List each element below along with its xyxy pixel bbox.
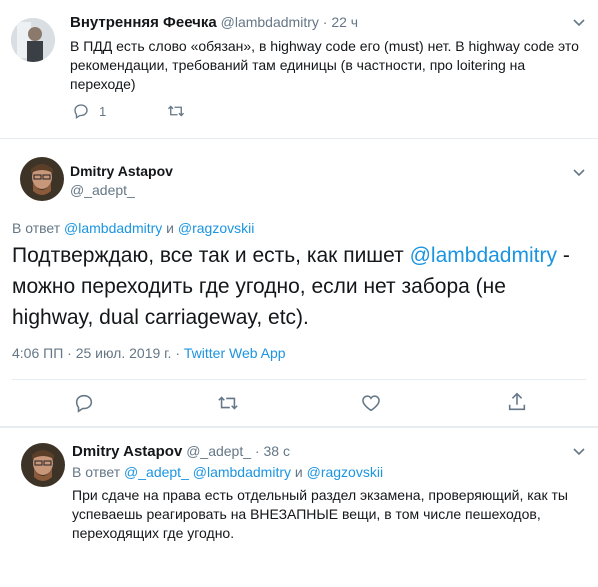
- tweet-time[interactable]: 38 с: [263, 443, 289, 459]
- retweet-button[interactable]: [216, 392, 240, 414]
- reply-button[interactable]: [73, 392, 95, 414]
- reply-to-label: В ответ: [12, 220, 61, 236]
- avatar-image: [20, 157, 64, 201]
- separator-dot: ·: [322, 14, 328, 30]
- like-icon: [360, 392, 382, 414]
- tweet-source[interactable]: Twitter Web App: [184, 345, 286, 361]
- separator-dot: ·: [254, 443, 260, 459]
- author-handle[interactable]: @lambdadmitry: [221, 14, 319, 30]
- reply-to-user[interactable]: @lambdadmitry: [64, 220, 162, 236]
- reply-button[interactable]: 1: [72, 102, 106, 120]
- avatar[interactable]: [20, 157, 64, 201]
- reply-to-user[interactable]: @lambdadmitry: [193, 464, 291, 480]
- reply-icon: [72, 102, 90, 120]
- tweet-text: Подтверждаю, все так и есть, как пишет @…: [12, 240, 592, 333]
- chevron-down-icon[interactable]: [572, 444, 586, 462]
- tweet-timestamp[interactable]: 4:06 ПП · 25 июл. 2019 г.: [12, 345, 171, 361]
- reply-to-user[interactable]: @ragzovskii: [178, 220, 254, 236]
- tweet-text-part: Подтверждаю, все так и есть, как пишет: [12, 244, 404, 267]
- retweet-icon: [166, 102, 186, 120]
- avatar-image: [11, 18, 55, 62]
- reply-to-user[interactable]: @ragzovskii: [307, 464, 383, 480]
- share-button[interactable]: [506, 391, 528, 413]
- retweet-button[interactable]: [166, 102, 186, 120]
- avatar[interactable]: [21, 443, 65, 487]
- tweet-text: При сдаче на права есть отдельный раздел…: [72, 487, 568, 541]
- author-name[interactable]: Dmitry Astapov: [70, 163, 173, 179]
- chevron-down-icon[interactable]: [572, 15, 586, 33]
- avatar[interactable]: [11, 18, 55, 62]
- share-icon: [506, 391, 528, 413]
- avatar-image: [21, 443, 65, 487]
- author-name[interactable]: Dmitry Astapov: [72, 443, 182, 460]
- like-button[interactable]: [360, 392, 382, 414]
- reply-to-label: В ответ: [72, 464, 121, 480]
- reply-to-and: и: [294, 464, 303, 480]
- context-tweet[interactable]: Внутренняя Феечка @lambdadmitry · 22 ч В…: [0, 0, 598, 128]
- retweet-icon: [216, 392, 240, 414]
- tweet-text: В ПДД есть слово «обязан», в highway cod…: [70, 38, 579, 92]
- author-handle[interactable]: @_adept_: [186, 443, 251, 459]
- author-handle[interactable]: @_adept_: [70, 182, 135, 198]
- tweet-time[interactable]: 22 ч: [331, 14, 358, 30]
- reply-icon: [73, 392, 95, 414]
- author-name[interactable]: Внутренняя Феечка: [70, 14, 217, 31]
- main-tweet: Dmitry Astapov @_adept_ В ответ @lambdad…: [0, 139, 598, 426]
- reply-to-user[interactable]: @_adept_: [124, 464, 189, 480]
- reply-tweet[interactable]: Dmitry Astapov @_adept_ · 38 с В ответ @…: [0, 428, 598, 587]
- reply-count: 1: [99, 103, 107, 119]
- reply-to-and: и: [166, 220, 174, 236]
- mention-link[interactable]: @lambdadmitry: [410, 244, 557, 267]
- chevron-down-icon[interactable]: [572, 165, 586, 183]
- separator-dot: ·: [175, 345, 181, 361]
